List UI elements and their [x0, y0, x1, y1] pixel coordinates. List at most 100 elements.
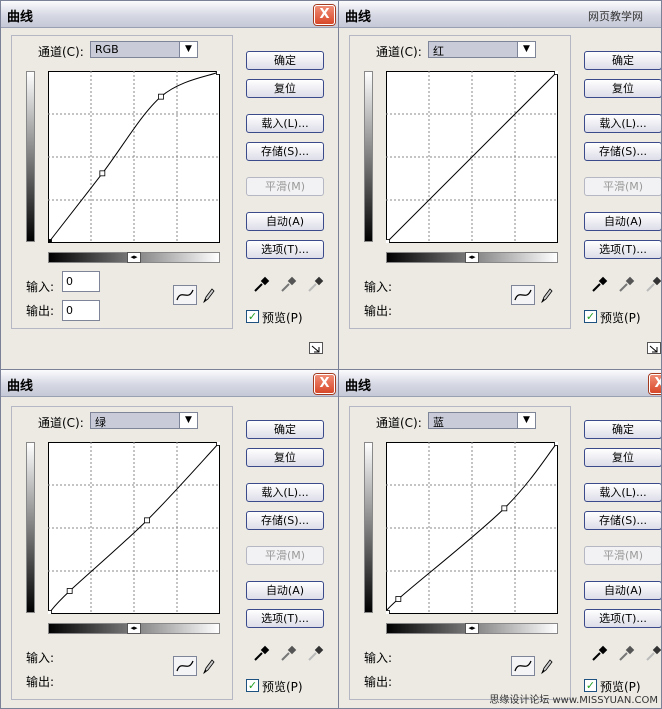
channel-select[interactable]: RGB ▼ — [90, 41, 198, 58]
options-button[interactable]: 选项(T)... — [584, 609, 661, 628]
output-gradient-bar — [364, 442, 373, 613]
gradient-toggle-icon[interactable]: ◂▸ — [127, 623, 141, 634]
close-button[interactable]: X — [314, 374, 335, 394]
curve-control-point[interactable] — [48, 610, 52, 615]
preview-checkbox[interactable]: ✓ — [246, 679, 259, 692]
resize-grip-icon[interactable] — [309, 342, 323, 354]
gray-eyedropper-icon[interactable] — [279, 276, 297, 294]
channel-label: 通道(C): — [38, 45, 84, 59]
curve-control-point[interactable] — [158, 93, 164, 100]
channel-select[interactable]: 绿 ▼ — [90, 412, 198, 429]
curve-graph[interactable] — [48, 71, 220, 243]
black-eyedropper-icon[interactable] — [590, 276, 608, 294]
load-button[interactable]: 载入(L)... — [584, 114, 661, 133]
close-button[interactable]: X — [649, 374, 661, 394]
chevron-down-icon[interactable]: ▼ — [179, 42, 197, 57]
chevron-down-icon[interactable]: ▼ — [179, 413, 197, 428]
auto-button[interactable]: 自动(A) — [246, 212, 324, 231]
save-button[interactable]: 存储(S)... — [584, 511, 661, 530]
curve-control-point[interactable] — [554, 442, 559, 446]
white-eyedropper-icon[interactable] — [306, 276, 324, 294]
curve-graph[interactable] — [386, 71, 558, 243]
channel-value: 红 — [433, 45, 444, 58]
pencil-tool-icon[interactable] — [539, 286, 553, 304]
curve-control-point[interactable] — [395, 596, 402, 602]
curve-graph[interactable] — [48, 442, 220, 614]
options-button[interactable]: 选项(T)... — [584, 240, 661, 259]
curve-control-point[interactable] — [501, 505, 508, 512]
title-bar[interactable]: 曲线 X — [1, 370, 339, 397]
channel-select[interactable]: 蓝 ▼ — [428, 412, 536, 429]
save-button[interactable]: 存储(S)... — [246, 511, 324, 530]
preview-checkbox[interactable]: ✓ — [584, 310, 597, 323]
ok-button[interactable]: 确定 — [246, 420, 324, 439]
title-bar[interactable]: 曲线 X — [339, 370, 661, 397]
curve-tool-icon[interactable] — [511, 285, 535, 305]
ok-button[interactable]: 确定 — [584, 51, 661, 70]
reset-button[interactable]: 复位 — [584, 79, 661, 98]
white-eyedropper-icon[interactable] — [644, 645, 662, 663]
curve-control-point[interactable] — [48, 239, 52, 244]
curve-control-point[interactable] — [554, 71, 559, 75]
load-button[interactable]: 载入(L)... — [246, 114, 324, 133]
smooth-button[interactable]: 平滑(M) — [584, 177, 661, 196]
gradient-toggle-icon[interactable]: ◂▸ — [465, 252, 479, 263]
ok-button[interactable]: 确定 — [584, 420, 661, 439]
load-button[interactable]: 载入(L)... — [584, 483, 661, 502]
curve-control-point[interactable] — [216, 442, 221, 446]
curve-control-point[interactable] — [386, 610, 390, 615]
input-field[interactable]: 0 — [62, 271, 100, 292]
black-eyedropper-icon[interactable] — [252, 276, 270, 294]
gradient-toggle-icon[interactable]: ◂▸ — [465, 623, 479, 634]
curve-control-point[interactable] — [99, 170, 106, 177]
curve-control-point[interactable] — [66, 588, 73, 594]
close-button[interactable]: X — [314, 5, 335, 25]
auto-button[interactable]: 自动(A) — [584, 581, 661, 600]
title-bar[interactable]: 曲线 X — [1, 1, 339, 28]
reset-button[interactable]: 复位 — [246, 79, 324, 98]
curve-tool-icon[interactable] — [511, 656, 535, 676]
resize-grip-icon[interactable] — [647, 342, 661, 354]
reset-button[interactable]: 复位 — [246, 448, 324, 467]
output-gradient-bar — [26, 442, 35, 613]
curves-dialog: 曲线 网页教学网 X 通道(C): 红 ▼ ◂▸ 输入: 输出: 确定 — [338, 0, 662, 370]
auto-button[interactable]: 自动(A) — [584, 212, 661, 231]
curve-control-point[interactable] — [386, 239, 390, 244]
reset-button[interactable]: 复位 — [584, 448, 661, 467]
save-button[interactable]: 存储(S)... — [246, 142, 324, 161]
options-button[interactable]: 选项(T)... — [246, 240, 324, 259]
curve-tool-icon[interactable] — [173, 656, 197, 676]
curves-dialog: 曲线 X 通道(C): 绿 ▼ ◂▸ 输入: 输出: 确定 复位 载入(L)..… — [0, 369, 340, 709]
smooth-button[interactable]: 平滑(M) — [584, 546, 661, 565]
channel-select[interactable]: 红 ▼ — [428, 41, 536, 58]
white-eyedropper-icon[interactable] — [306, 645, 324, 663]
black-eyedropper-icon[interactable] — [590, 645, 608, 663]
black-eyedropper-icon[interactable] — [252, 645, 270, 663]
title-bar[interactable]: 曲线 网页教学网 X — [339, 1, 661, 28]
ok-button[interactable]: 确定 — [246, 51, 324, 70]
options-button[interactable]: 选项(T)... — [246, 609, 324, 628]
curve-control-point[interactable] — [144, 517, 150, 524]
curve-tool-icon[interactable] — [173, 285, 197, 305]
gray-eyedropper-icon[interactable] — [617, 276, 635, 294]
pencil-tool-icon[interactable] — [539, 657, 553, 675]
output-field[interactable]: 0 — [62, 300, 100, 321]
curve-graph[interactable] — [386, 442, 558, 614]
gray-eyedropper-icon[interactable] — [279, 645, 297, 663]
input-gradient-bar: ◂▸ — [386, 252, 558, 263]
input-gradient-bar: ◂▸ — [386, 623, 558, 634]
curve-control-point[interactable] — [216, 71, 221, 75]
auto-button[interactable]: 自动(A) — [246, 581, 324, 600]
smooth-button[interactable]: 平滑(M) — [246, 177, 324, 196]
smooth-button[interactable]: 平滑(M) — [246, 546, 324, 565]
save-button[interactable]: 存储(S)... — [584, 142, 661, 161]
gray-eyedropper-icon[interactable] — [617, 645, 635, 663]
white-eyedropper-icon[interactable] — [644, 276, 662, 294]
chevron-down-icon[interactable]: ▼ — [517, 413, 535, 428]
pencil-tool-icon[interactable] — [201, 657, 215, 675]
chevron-down-icon[interactable]: ▼ — [517, 42, 535, 57]
preview-checkbox[interactable]: ✓ — [246, 310, 259, 323]
load-button[interactable]: 载入(L)... — [246, 483, 324, 502]
gradient-toggle-icon[interactable]: ◂▸ — [127, 252, 141, 263]
pencil-tool-icon[interactable] — [201, 286, 215, 304]
